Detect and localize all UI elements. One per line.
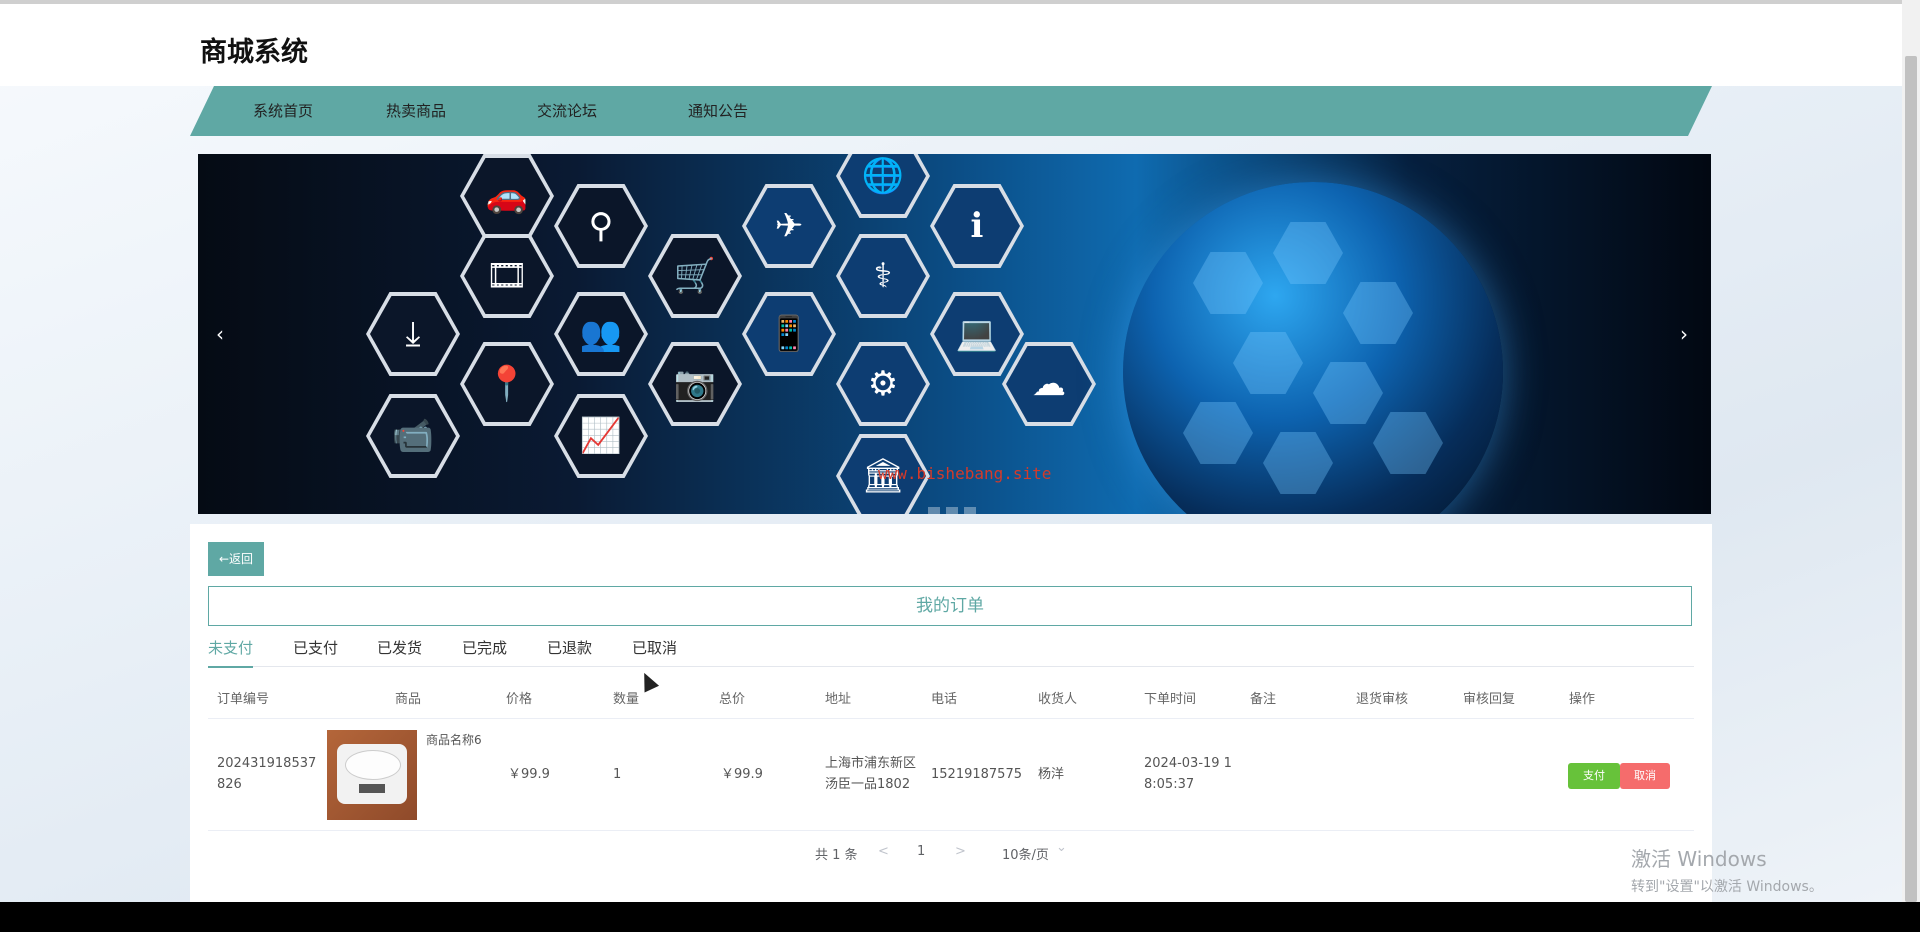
row-divider [208,830,1694,831]
column-header: 备注 [1250,692,1277,707]
tab-completed[interactable]: 已完成 [462,636,507,666]
product-name: 商品名称6 [426,733,482,747]
chevron-down-icon[interactable]: ⌄ [1056,840,1067,855]
pay-button[interactable]: 支付 [1568,763,1620,789]
carousel-prev-icon[interactable]: ‹ [216,322,224,346]
activation-title: 激活 Windows [1631,847,1767,871]
banner-watermark: www.bishebang.site [878,464,1052,483]
scrollbar-thumb[interactable] [1905,56,1917,902]
globe-icon: 🌐 [836,154,930,218]
banner-carousel: 🚗 ⚲ 🎞 ⤓ 🛒 👥 📍 📹 📈 📷 ✈ 📱 🌐 ⚕ ⚙ 🏛 ℹ 💻 ☁ ww… [198,154,1711,514]
column-header: 总价 [719,692,746,707]
total-price: ￥99.9 [721,767,763,782]
carousel-indicators [928,500,982,514]
order-status-tabs: 未支付 已支付 已发货 已完成 已退款 已取消 [208,636,1694,668]
carousel-dot[interactable] [946,507,958,514]
nav-item-forum[interactable]: 交流论坛 [537,86,597,136]
tab-cancelled[interactable]: 已取消 [632,636,677,666]
tech-globe [1123,182,1503,514]
nav-item-notices[interactable]: 通知公告 [688,86,748,136]
page-scrollbar[interactable] [1902,0,1920,902]
column-header: 退货审核 [1356,692,1409,707]
download-icon: ⤓ [366,292,460,376]
magnifier-icon: ⚲ [554,184,648,268]
header: 商城系统 [0,4,1902,86]
column-header: 订单编号 [217,692,270,707]
windows-activation-watermark: 激活 Windows 转到"设置"以激活 Windows。 [1631,843,1823,896]
column-header: 电话 [931,692,958,707]
car-icon: 🚗 [460,154,554,238]
column-header: 商品 [395,692,422,707]
column-header: 价格 [506,692,533,707]
medical-icon: ⚕ [836,234,930,318]
phone: 15219187575 [931,767,1022,782]
cart-icon: 🛒 [648,234,742,318]
header-divider [208,718,1694,719]
camera-security-icon: 📹 [366,394,460,478]
film-icon: 🎞 [460,234,554,318]
address-line: 汤臣一品1802 [825,777,911,792]
taskbar [0,902,1920,932]
laptop-icon: 💻 [930,292,1024,376]
receiver: 杨洋 [1038,767,1065,782]
cancel-order-button[interactable]: 取消 [1620,763,1670,789]
gear-icon: ⚙ [836,342,930,426]
cloud-icon: ☁ [1002,342,1096,426]
chart-icon: 📈 [554,394,648,478]
carousel-dot[interactable] [964,507,976,514]
column-header: 收货人 [1038,692,1078,707]
order-number: 202431918537 826 [217,753,316,795]
pagination-page[interactable]: 1 [917,844,925,859]
airplane-icon: ✈ [742,184,836,268]
column-header: 操作 [1569,692,1596,707]
pagination-prev-icon[interactable]: < [878,844,889,859]
address-line: 上海市浦东新区 [825,756,917,771]
nav-item-hot-products[interactable]: 热卖商品 [386,86,446,136]
column-header: 下单时间 [1144,692,1197,707]
order-time-line: 2024-03-19 1 [1144,756,1232,771]
phone-icon: 📱 [742,292,836,376]
quantity: 1 [613,767,622,782]
order-time: 2024-03-19 1 8:05:37 [1144,753,1232,795]
tab-paid[interactable]: 已支付 [293,636,338,666]
people-icon: 👥 [554,292,648,376]
map-pin-icon: 📍 [460,342,554,426]
pagination-total: 共 1 条 [815,848,858,863]
carousel-next-icon[interactable]: › [1680,322,1688,346]
activation-subtitle: 转到"设置"以激活 Windows。 [1631,879,1823,895]
site-logo: 商城系统 [200,37,308,68]
tab-unpaid[interactable]: 未支付 [208,636,254,668]
column-header: 地址 [825,692,852,707]
order-time-line: 8:05:37 [1144,777,1195,792]
column-header: 数量 [613,692,640,707]
nav-item-home[interactable]: 系统首页 [253,86,313,136]
info-icon: ℹ [930,184,1024,268]
main-nav: 系统首页 热卖商品 交流论坛 通知公告 [190,86,1712,136]
page-title: 我的订单 [208,586,1692,626]
pagination-next-icon[interactable]: > [955,844,966,859]
carousel-dot[interactable] [928,507,940,514]
page-size-select[interactable]: 10条/页 [1002,844,1049,863]
column-header: 审核回复 [1463,692,1516,707]
product-image[interactable] [327,730,417,820]
order-number-line: 202431918537 [217,756,317,771]
back-button[interactable]: ←返回 [208,542,264,576]
tab-refunded[interactable]: 已退款 [547,636,592,666]
order-number-line: 826 [217,777,242,792]
photo-camera-icon: 📷 [648,342,742,426]
orders-panel: ←返回 我的订单 未支付 已支付 已发货 已完成 已退款 已取消 订单编号 商品… [190,524,1712,902]
tab-shipped[interactable]: 已发货 [377,636,422,666]
address: 上海市浦东新区 汤臣一品1802 [825,753,916,795]
price: ￥99.9 [508,767,550,782]
